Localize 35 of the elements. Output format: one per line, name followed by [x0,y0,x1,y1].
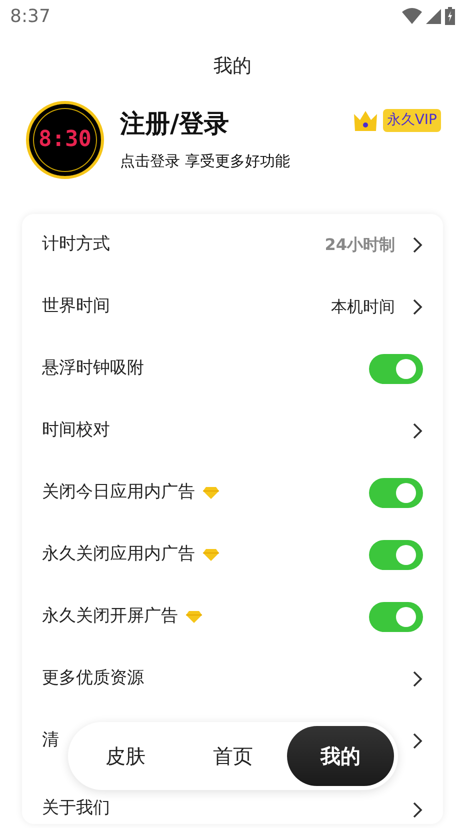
setting-label[interactable]: 时间校对 [42,418,110,444]
status-time: 8:37 [10,4,50,28]
login-title[interactable]: 注册/登录 [120,104,352,142]
setting-label[interactable]: 世界时间 [42,294,110,320]
setting-value: 本机时间 [331,296,395,318]
chevron-icon [411,800,423,818]
toggle-switch[interactable] [369,540,423,570]
login-subtitle: 点击登录 享受更多好功能 [120,151,291,172]
chevron-icon [411,298,423,316]
toggle-switch[interactable] [369,354,423,384]
setting-label[interactable]: 关闭今日应用内广告 [42,480,195,506]
nav-tab[interactable]: 皮肤 [72,726,180,786]
chevron-icon [411,236,423,254]
setting-label[interactable]: 更多优质资源 [42,666,144,692]
signal-icon [426,8,441,24]
avatar-clock: 8:30 [26,100,104,178]
chevron-icon [411,422,423,440]
page-title: 我的 [212,54,252,79]
toggle-switch[interactable] [369,478,423,508]
toggle-switch[interactable] [369,602,423,632]
battery-icon [445,7,455,25]
setting-label[interactable]: 永久关闭应用内广告 [42,542,195,568]
setting-label[interactable]: 永久关闭开屏广告 [42,604,178,630]
chevron-icon [411,732,423,750]
setting-label[interactable]: 计时方式 [42,232,110,258]
setting-label[interactable]: 关于我们 [42,798,110,818]
setting-value: 24小时制 [324,234,395,256]
vip-badge: 永久VIP [382,109,441,132]
setting-label[interactable]: 清 [42,728,59,754]
chevron-icon [411,670,423,688]
setting-label[interactable]: 悬浮时钟吸附 [42,356,144,382]
wifi-icon [402,8,422,24]
nav-tab[interactable]: 我的 [286,726,394,786]
nav-tab[interactable]: 首页 [179,726,287,786]
crown-icon [352,108,379,132]
